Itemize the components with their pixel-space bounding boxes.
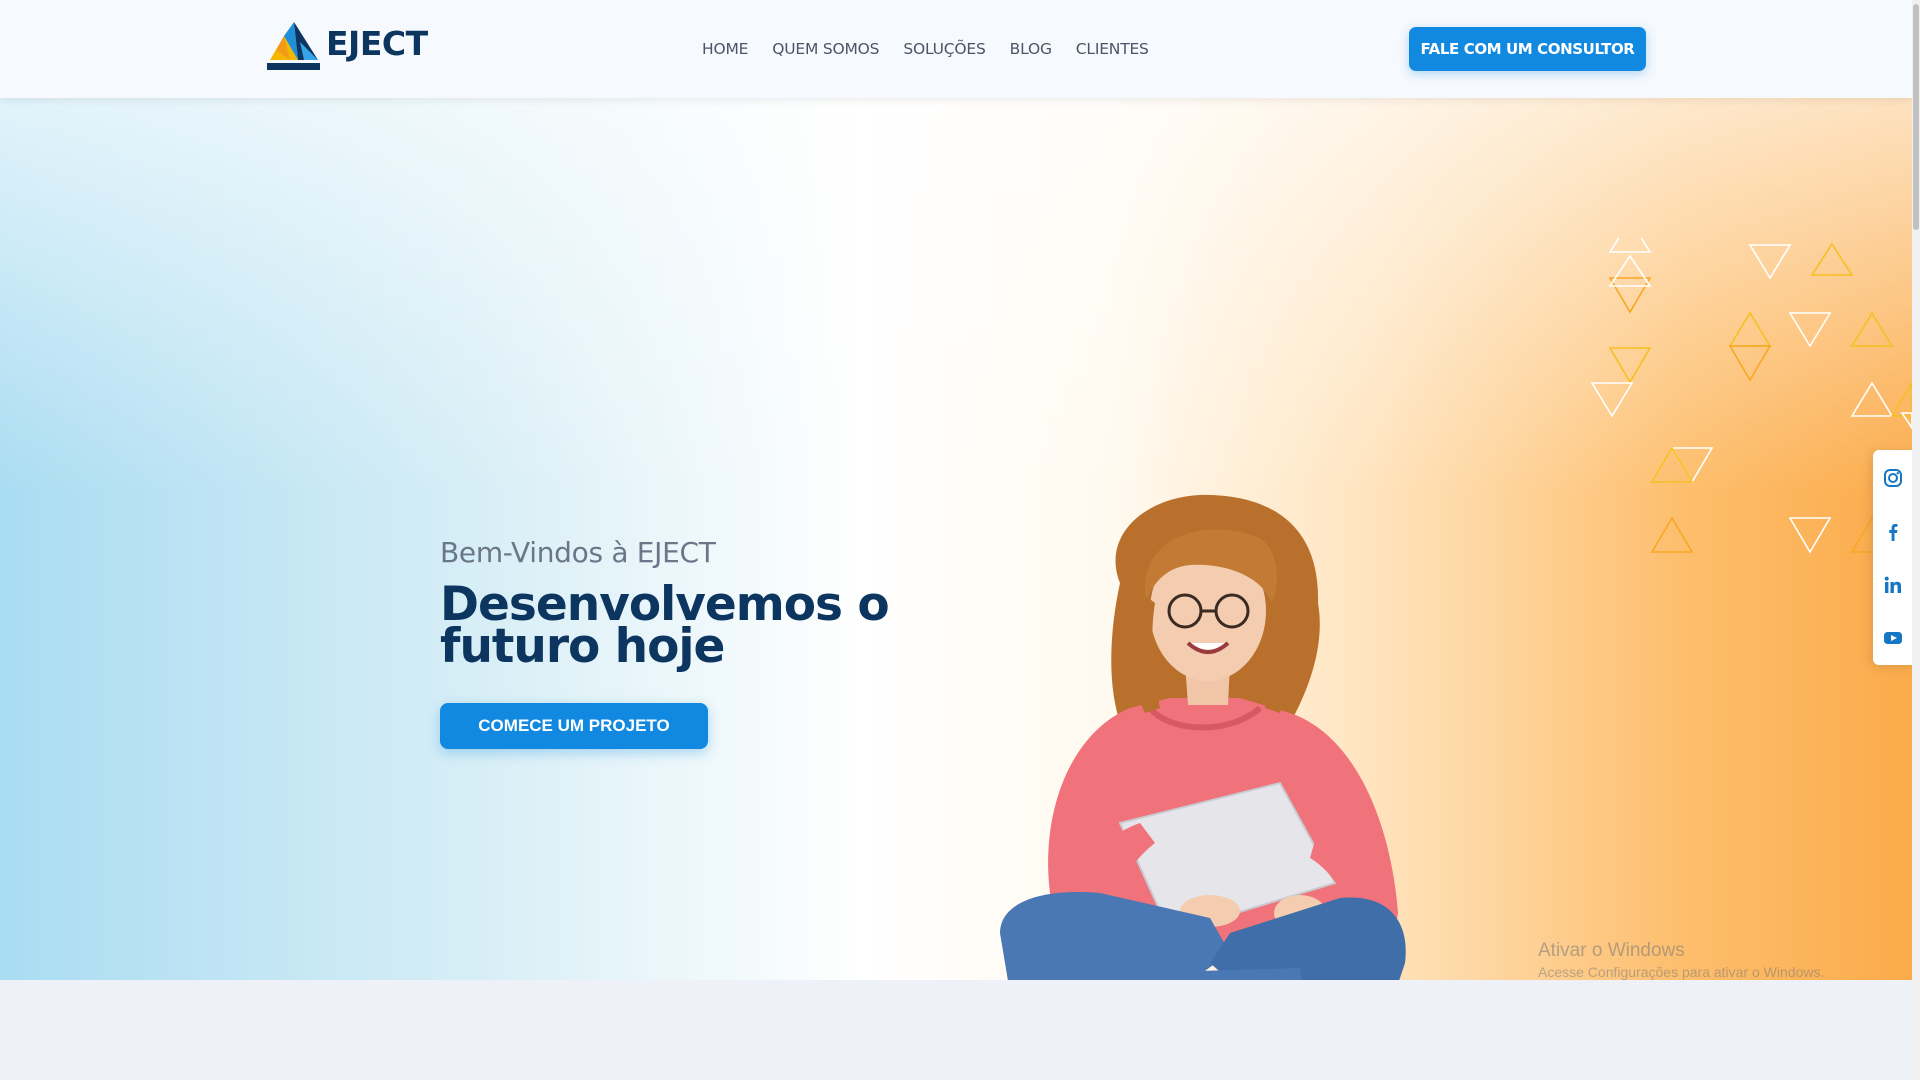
site-header: EJECT HOME QUEM SOMOS SOLUÇÕES BLOG CLIE… xyxy=(0,0,1912,98)
brand-logo[interactable]: EJECT xyxy=(266,22,428,72)
scrollbar-thumb[interactable] xyxy=(1913,4,1919,230)
logo-triangle-icon xyxy=(267,22,320,70)
hero-welcome-text: Bem-Vindos à EJECT xyxy=(440,536,716,569)
facebook-icon[interactable] xyxy=(1873,512,1913,552)
hero-headline: Desenvolvemos o futuro hoje xyxy=(440,581,960,670)
next-section xyxy=(0,980,1912,1080)
hero-section: Bem-Vindos à EJECT Desenvolvemos o futur… xyxy=(0,98,1912,980)
youtube-icon[interactable] xyxy=(1873,618,1913,658)
nav-item-solucoes[interactable]: SOLUÇÕES xyxy=(903,40,986,58)
decorative-triangles xyxy=(1590,238,1912,554)
linkedin-icon[interactable] xyxy=(1873,565,1913,605)
social-sidebar xyxy=(1873,450,1913,665)
main-nav: HOME QUEM SOMOS SOLUÇÕES BLOG CLIENTES xyxy=(702,40,1149,58)
nav-item-home[interactable]: HOME xyxy=(702,40,748,58)
brand-name: EJECT xyxy=(326,24,428,63)
windows-activation-subtitle: Acesse Configurações para ativar o Windo… xyxy=(1538,964,1825,980)
contact-consultant-button[interactable]: FALE COM UM CONSULTOR xyxy=(1409,27,1646,71)
nav-item-clientes[interactable]: CLIENTES xyxy=(1076,40,1149,58)
page-scrollbar[interactable] xyxy=(1912,0,1920,1080)
windows-activation-title: Ativar o Windows xyxy=(1538,940,1685,961)
nav-item-quem-somos[interactable]: QUEM SOMOS xyxy=(772,40,879,58)
hero-headline-line2: futuro hoje xyxy=(440,619,725,674)
start-project-button[interactable]: COMECE UM PROJETO xyxy=(440,703,708,749)
nav-item-blog[interactable]: BLOG xyxy=(1010,40,1052,58)
instagram-icon[interactable] xyxy=(1873,458,1913,498)
hero-woman-with-laptop-image xyxy=(1000,494,1406,980)
